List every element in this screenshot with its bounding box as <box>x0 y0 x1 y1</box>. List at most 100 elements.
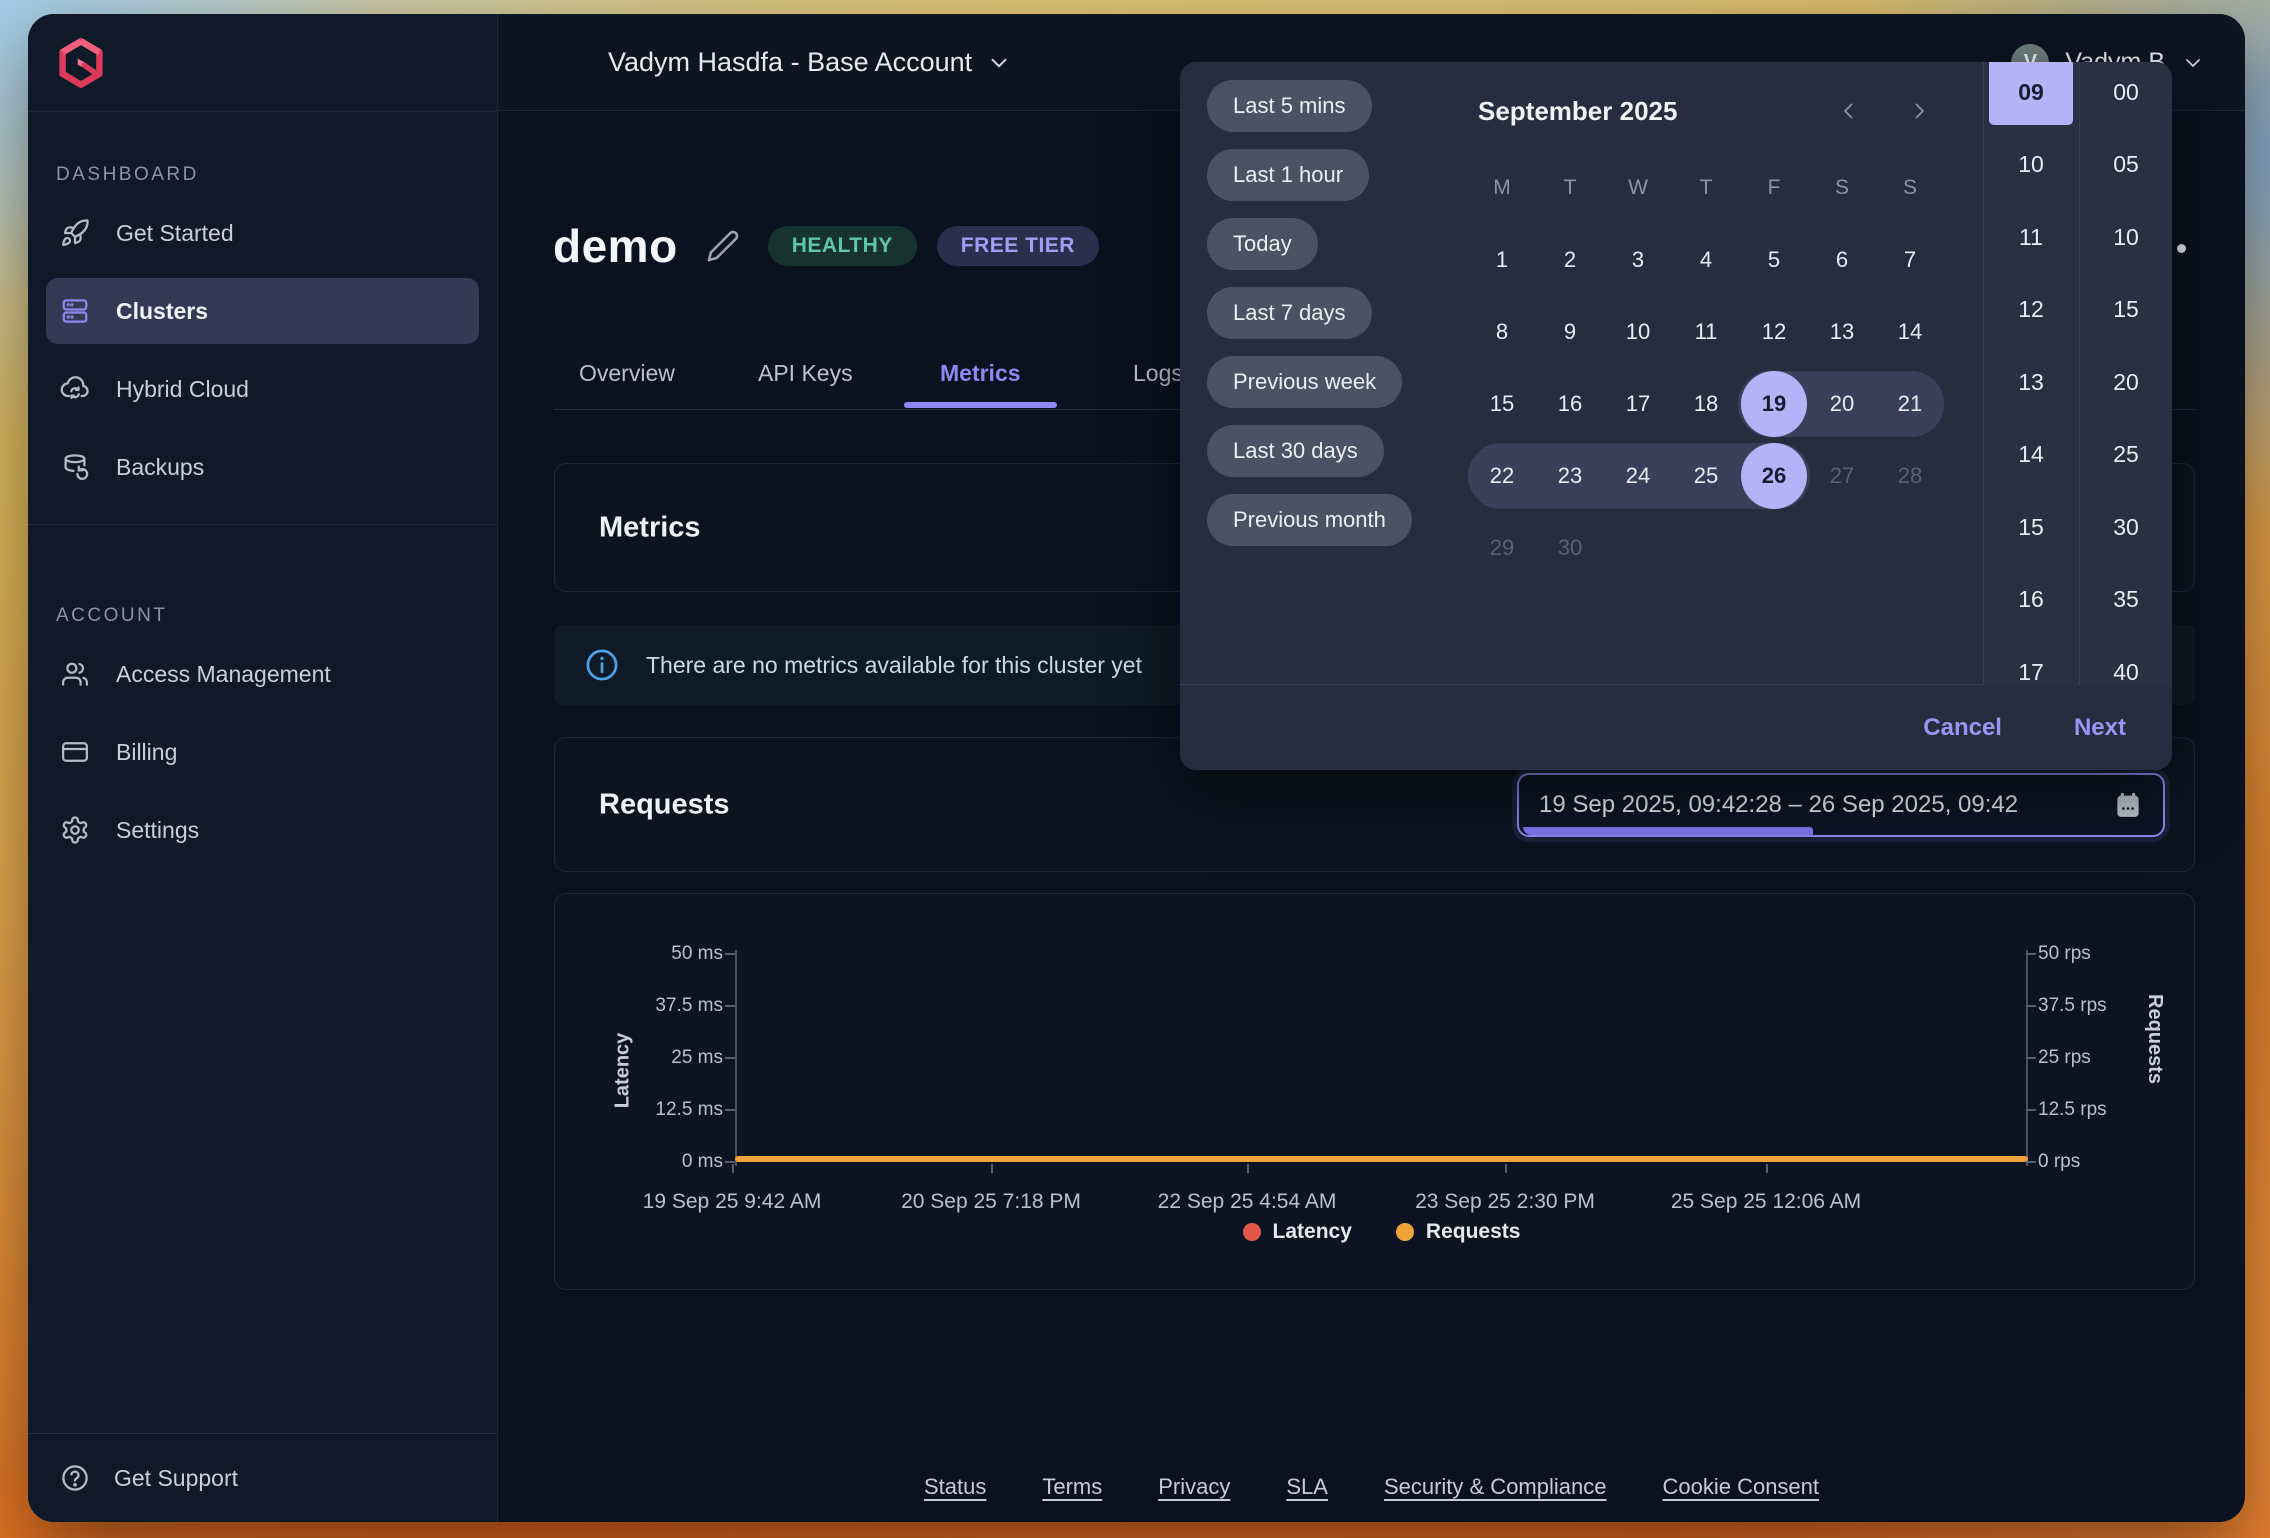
calendar-day-1[interactable]: 1 <box>1468 224 1536 296</box>
calendar-day-17[interactable]: 17 <box>1604 368 1672 440</box>
calendar-week-row: 22232425262728 <box>1468 440 1944 512</box>
hour-option-15[interactable]: 15 <box>1984 491 2078 563</box>
weekday-label: S <box>1876 152 1944 224</box>
minute-option-05[interactable]: 05 <box>2080 129 2172 201</box>
calendar-next-month-button[interactable] <box>1900 92 1938 130</box>
hour-option-14[interactable]: 14 <box>1984 419 2078 491</box>
weekday-row: MTWTFSS <box>1468 152 1944 224</box>
sidebar-item-hybrid-cloud[interactable]: Hybrid Cloud <box>46 356 479 422</box>
left-axis-line <box>735 950 737 1166</box>
quick-range-last-30-days[interactable]: Last 30 days <box>1207 425 1384 477</box>
minute-option-15[interactable]: 15 <box>2080 274 2172 346</box>
minute-option-00[interactable]: 00 <box>2080 62 2172 128</box>
footer-link-sla[interactable]: SLA <box>1286 1474 1328 1500</box>
edit-pencil-icon[interactable] <box>706 229 740 263</box>
minute-option-25[interactable]: 25 <box>2080 419 2172 491</box>
chevron-down-icon <box>2181 51 2205 75</box>
calendar-day-13[interactable]: 13 <box>1808 296 1876 368</box>
footer-link-cookie-consent[interactable]: Cookie Consent <box>1662 1474 1819 1500</box>
calendar-day-16[interactable]: 16 <box>1536 368 1604 440</box>
calendar-day-21[interactable]: 21 <box>1876 368 1944 440</box>
calendar-day-19[interactable]: 19 <box>1740 368 1808 440</box>
footer-link-security-compliance[interactable]: Security & Compliance <box>1384 1474 1607 1500</box>
date-picker-footer: Cancel Next <box>1180 686 2172 770</box>
calendar-day-2[interactable]: 2 <box>1536 224 1604 296</box>
calendar-day-15[interactable]: 15 <box>1468 368 1536 440</box>
calendar-day-29[interactable]: 29 <box>1468 512 1536 584</box>
calendar-day-22[interactable]: 22 <box>1468 440 1536 512</box>
account-selector[interactable]: Vadym Hasdfa - Base Account <box>608 14 1012 111</box>
quick-range-last-1-hour[interactable]: Last 1 hour <box>1207 149 1369 201</box>
calendar-day-18[interactable]: 18 <box>1672 368 1740 440</box>
calendar-day-25[interactable]: 25 <box>1672 440 1740 512</box>
left-axis-tick: 37.5 ms <box>655 995 723 1017</box>
tab-overview[interactable]: Overview <box>579 336 675 410</box>
calendar-day-20[interactable]: 20 <box>1808 368 1876 440</box>
sidebar-item-access-management[interactable]: Access Management <box>46 641 479 707</box>
minute-option-35[interactable]: 35 <box>2080 564 2172 636</box>
legend-item-requests[interactable]: Requests <box>1396 1220 1521 1244</box>
tab-logs[interactable]: Logs <box>1133 336 1183 410</box>
database-restore-icon <box>60 452 90 482</box>
calendar-day-5[interactable]: 5 <box>1740 224 1808 296</box>
calendar-day-30[interactable]: 30 <box>1536 512 1604 584</box>
tab-metrics[interactable]: Metrics <box>940 336 1021 410</box>
minute-option-10[interactable]: 10 <box>2080 201 2172 273</box>
footer-link-privacy[interactable]: Privacy <box>1158 1474 1230 1500</box>
cancel-button[interactable]: Cancel <box>1923 714 2002 742</box>
sidebar-item-label: Get Support <box>114 1465 238 1492</box>
chart-panel: Latency Requests LatencyRequests 50 ms37… <box>554 893 2195 1290</box>
calendar-day-12[interactable]: 12 <box>1740 296 1808 368</box>
left-axis-tick: 50 ms <box>671 943 723 965</box>
right-tick-mark <box>2026 1161 2036 1163</box>
minute-option-30[interactable]: 30 <box>2080 491 2172 563</box>
hour-option-09[interactable]: 09 <box>1984 62 2078 128</box>
hour-option-16[interactable]: 16 <box>1984 564 2078 636</box>
next-button[interactable]: Next <box>2074 714 2126 742</box>
calendar-day-7[interactable]: 7 <box>1876 224 1944 296</box>
footer-link-status[interactable]: Status <box>924 1474 986 1500</box>
calendar-day-27[interactable]: 27 <box>1808 440 1876 512</box>
calendar-icon[interactable] <box>2113 790 2143 820</box>
requests-series-line <box>735 1156 2028 1162</box>
sidebar-item-settings[interactable]: Settings <box>46 797 479 863</box>
quick-range-today[interactable]: Today <box>1207 218 1318 270</box>
sidebar-item-billing[interactable]: Billing <box>46 719 479 785</box>
calendar-day-24[interactable]: 24 <box>1604 440 1672 512</box>
minute-option-20[interactable]: 20 <box>2080 346 2172 418</box>
right-tick-mark <box>2026 1057 2036 1059</box>
hour-option-12[interactable]: 12 <box>1984 274 2078 346</box>
tab-api-keys[interactable]: API Keys <box>758 336 853 410</box>
left-tick-mark <box>725 953 735 955</box>
date-range-input[interactable]: 19 Sep 2025, 09:42:28 – 26 Sep 2025, 09:… <box>1517 773 2165 837</box>
quick-range-previous-week[interactable]: Previous week <box>1207 356 1402 408</box>
sidebar-item-backups[interactable]: Backups <box>46 434 479 500</box>
hour-option-13[interactable]: 13 <box>1984 346 2078 418</box>
calendar-prev-month-button[interactable] <box>1830 92 1868 130</box>
footer-link-terms[interactable]: Terms <box>1042 1474 1102 1500</box>
overflow-menu-dot-icon <box>2177 244 2186 253</box>
calendar-day-14[interactable]: 14 <box>1876 296 1944 368</box>
sidebar-item-get-support[interactable]: Get Support <box>28 1433 497 1522</box>
quick-range-previous-month[interactable]: Previous month <box>1207 494 1412 546</box>
calendar-day-26[interactable]: 26 <box>1740 440 1808 512</box>
hour-option-11[interactable]: 11 <box>1984 201 2078 273</box>
sidebar-item-get-started[interactable]: Get Started <box>46 200 479 266</box>
calendar-day-23[interactable]: 23 <box>1536 440 1604 512</box>
quick-range-last-7-days[interactable]: Last 7 days <box>1207 287 1372 339</box>
calendar-day-11[interactable]: 11 <box>1672 296 1740 368</box>
calendar-day-10[interactable]: 10 <box>1604 296 1672 368</box>
calendar-day-6[interactable]: 6 <box>1808 224 1876 296</box>
calendar-day-9[interactable]: 9 <box>1536 296 1604 368</box>
calendar-day-3[interactable]: 3 <box>1604 224 1672 296</box>
hour-option-10[interactable]: 10 <box>1984 129 2078 201</box>
date-picker-popup: Last 5 mins Last 1 hour Today Last 7 days Pr… <box>1180 62 2172 770</box>
hour-picker-column: 091011121314151617 <box>1983 62 2078 685</box>
left-tick-mark <box>725 1109 735 1111</box>
calendar-day-28[interactable]: 28 <box>1876 440 1944 512</box>
quick-range-last-5-mins[interactable]: Last 5 mins <box>1207 80 1372 132</box>
sidebar-item-clusters[interactable]: Clusters <box>46 278 479 344</box>
calendar-day-8[interactable]: 8 <box>1468 296 1536 368</box>
calendar-day-4[interactable]: 4 <box>1672 224 1740 296</box>
legend-item-latency[interactable]: Latency <box>1243 1220 1352 1244</box>
